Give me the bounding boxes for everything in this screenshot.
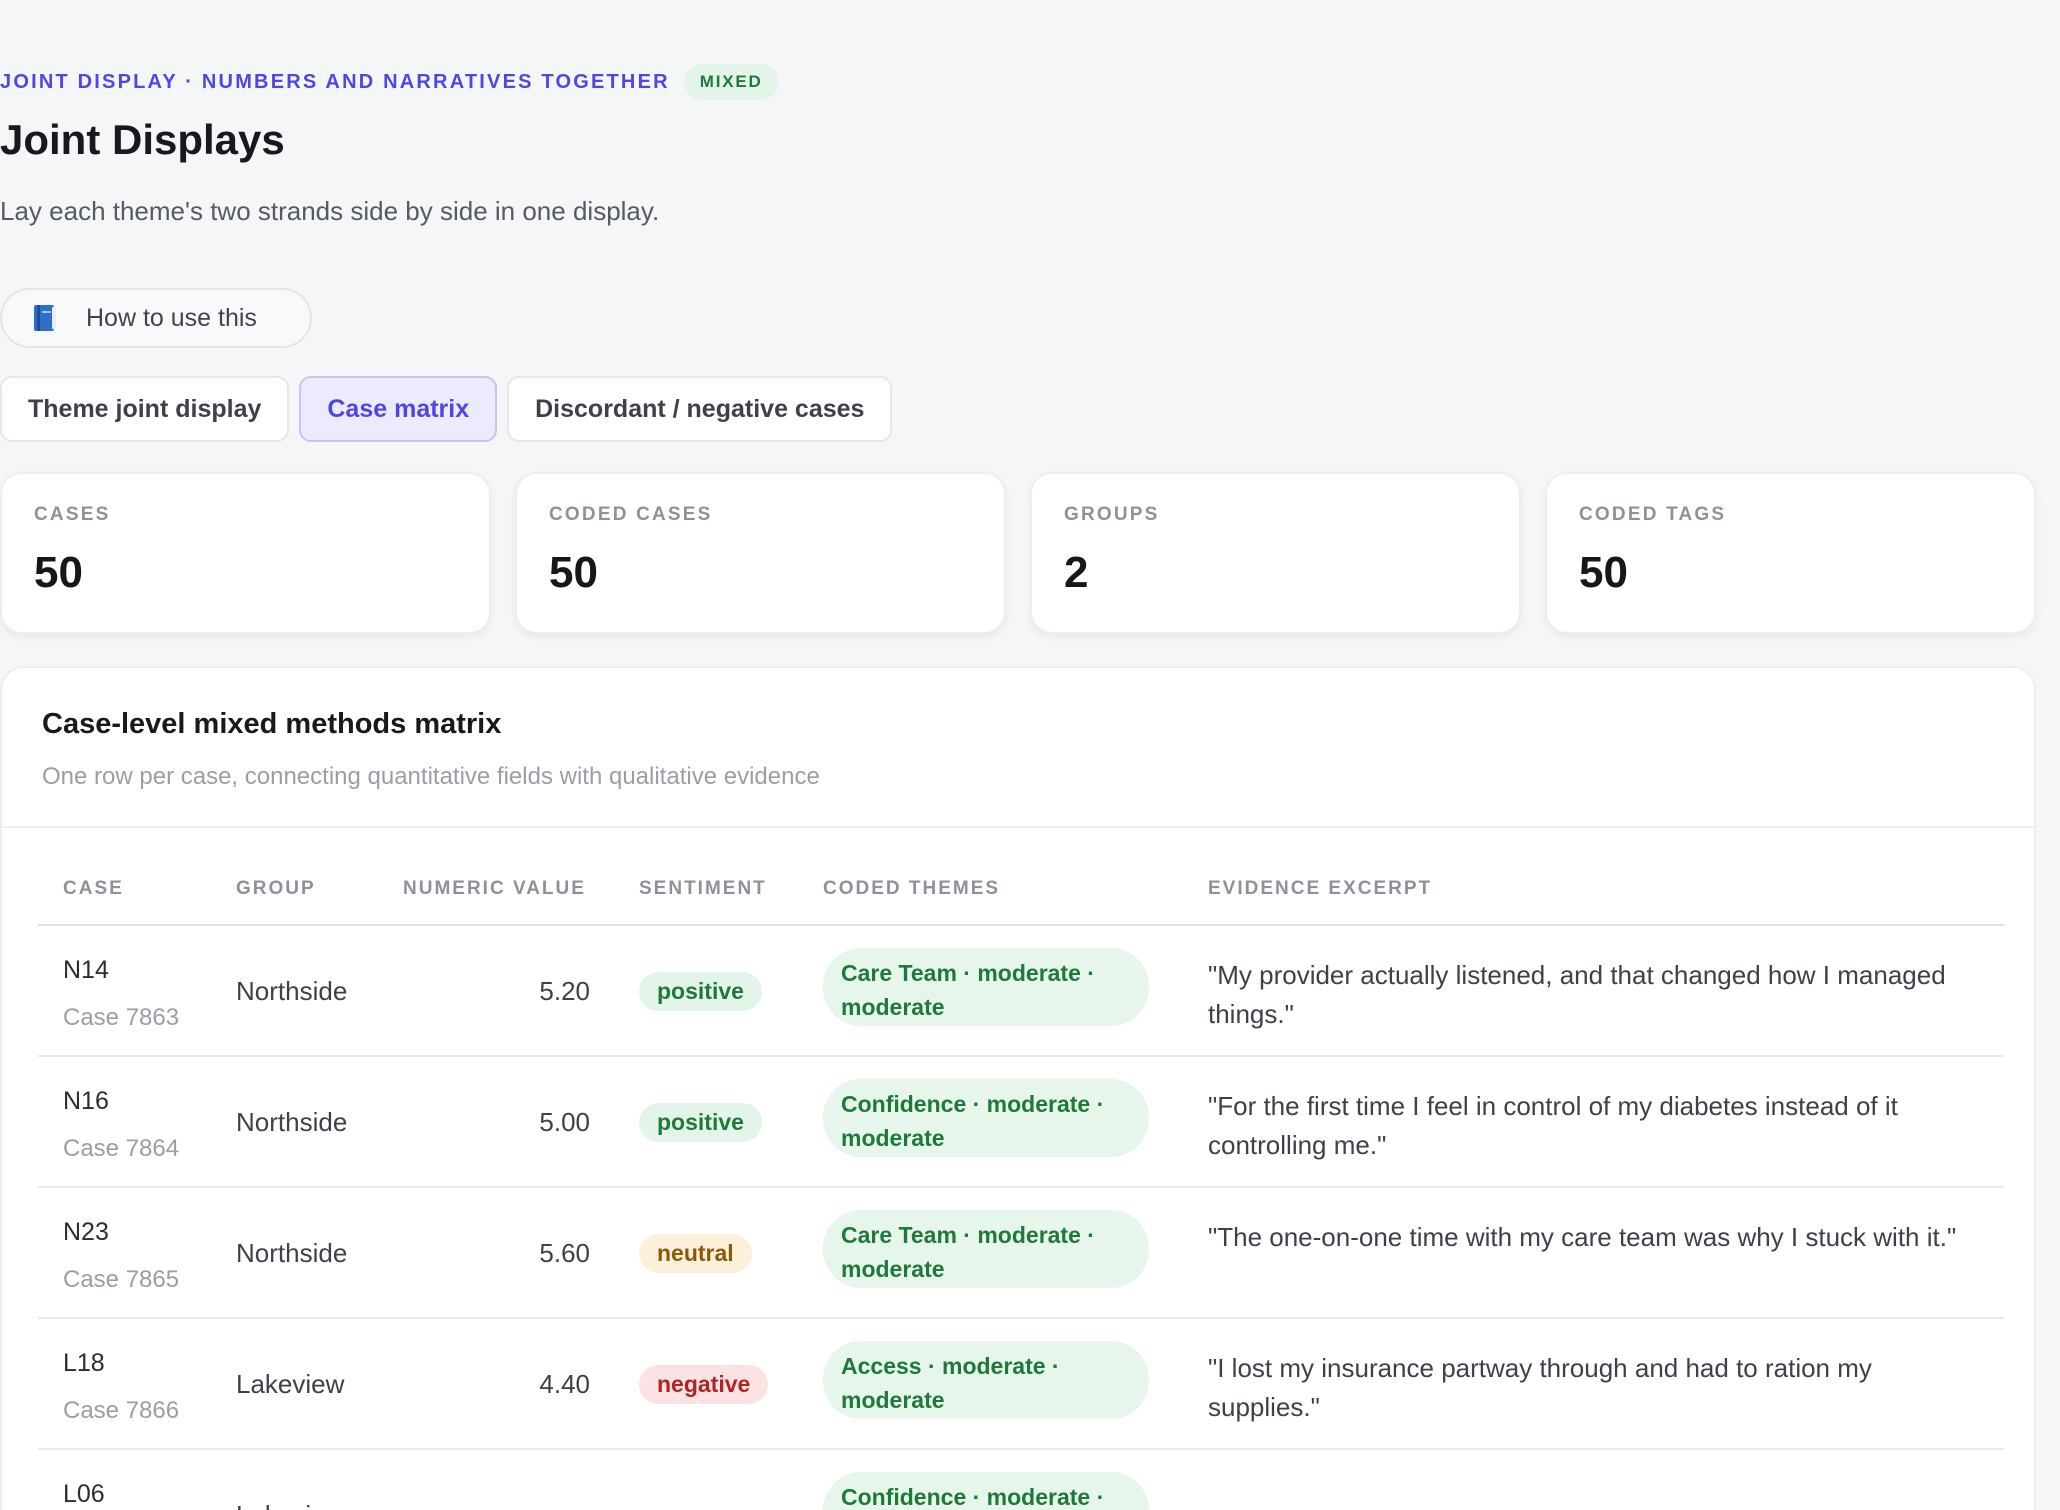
how-to-use-button[interactable]: How to use this	[0, 288, 312, 348]
stat-label: CODED CASES	[549, 504, 713, 525]
coded-theme-pill: Confidence · moderate ·	[823, 1472, 1149, 1510]
sentiment-badge: positive	[639, 1103, 762, 1142]
group-cell: Northside	[236, 1238, 348, 1268]
mixed-badge: MIXED	[683, 64, 779, 100]
case-id: L18	[63, 1349, 105, 1377]
panel-title: Case-level mixed methods matrix	[42, 708, 502, 740]
column-header-numeric-value[interactable]: NUMERIC VALUE	[403, 878, 586, 900]
column-header-case[interactable]: CASE	[63, 878, 124, 900]
column-header-group[interactable]: GROUP	[236, 878, 316, 900]
stat-value: 50	[34, 548, 83, 597]
sentiment-badge: negative	[639, 1365, 769, 1404]
sentiment-badge: neutral	[639, 1234, 752, 1273]
column-header-evidence-excerpt[interactable]: EVIDENCE EXCERPT	[1208, 878, 1432, 900]
group-cell: Lakeview	[236, 1369, 345, 1399]
case-matrix-table: CASE GROUP NUMERIC VALUE SENTIMENT CODED…	[38, 828, 2004, 1510]
stat-value: 50	[549, 548, 598, 597]
case-number: Case 7864	[63, 1135, 180, 1162]
table-row[interactable]: N16 Case 7864 Northside 5.00 positive Co…	[38, 1057, 2004, 1188]
evidence-excerpt: "For the first time I feel in control of…	[1208, 1091, 1898, 1160]
numeric-value-cell: 5.60	[539, 1238, 590, 1268]
sentiment-badge: positive	[639, 972, 762, 1011]
column-header-coded-themes[interactable]: CODED THEMES	[823, 878, 1000, 900]
numeric-value-cell: 4.40	[539, 1369, 590, 1399]
column-header-sentiment[interactable]: SENTIMENT	[639, 878, 767, 900]
stat-value: 50	[1579, 548, 1628, 597]
table-row[interactable]: N23 Case 7865 Northside 5.60 neutral Car…	[38, 1188, 2004, 1319]
stat-value: 2	[1064, 548, 1089, 597]
case-matrix-panel: Case-level mixed methods matrix One row …	[0, 666, 2036, 1510]
evidence-excerpt: "The one-on-one time with my care team w…	[1208, 1222, 1957, 1252]
tab-discordant-negative-cases[interactable]: Discordant / negative cases	[507, 376, 893, 442]
how-to-use-label: How to use this	[86, 303, 257, 332]
case-number: Case 7863	[63, 1004, 180, 1031]
stat-label: GROUPS	[1064, 504, 1160, 525]
numeric-value-cell: 5.20	[539, 976, 590, 1006]
table-row[interactable]: L06 Lakeview Confidence · moderate ·	[38, 1450, 2004, 1510]
evidence-excerpt: "My provider actually listened, and that…	[1208, 960, 1946, 1029]
group-cell: Northside	[236, 976, 348, 1006]
page: JOINT DISPLAY · NUMBERS AND NARRATIVES T…	[0, 0, 2060, 1510]
stat-label: CODED TAGS	[1579, 504, 1727, 525]
table-row[interactable]: L18 Case 7866 Lakeview 4.40 negative Acc…	[38, 1319, 2004, 1450]
tab-case-matrix[interactable]: Case matrix	[299, 376, 498, 442]
table-row[interactable]: N14 Case 7863 Northside 5.20 positive Ca…	[38, 926, 2004, 1057]
case-number: Case 7865	[63, 1266, 180, 1293]
group-cell: Lakeview	[236, 1500, 344, 1510]
case-id: N23	[63, 1218, 109, 1246]
page-title: Joint Displays	[0, 116, 285, 163]
coded-theme-pill: Confidence · moderate · moderate	[823, 1079, 1149, 1157]
case-id: L06	[63, 1480, 105, 1508]
group-cell: Northside	[236, 1107, 348, 1137]
stat-card-coded-tags: CODED TAGS 50	[1545, 472, 2036, 634]
stat-card-groups: GROUPS 2	[1030, 472, 1521, 634]
page-subtitle: Lay each theme's two strands side by sid…	[0, 196, 660, 226]
case-number: Case 7866	[63, 1397, 180, 1424]
stat-card-coded-cases: CODED CASES 50	[515, 472, 1006, 634]
case-id: N14	[63, 956, 109, 984]
book-icon	[32, 303, 58, 333]
panel-header: Case-level mixed methods matrix One row …	[2, 668, 2034, 828]
view-tabs: Theme joint display Case matrix Discorda…	[0, 376, 893, 442]
eyebrow-label: JOINT DISPLAY · NUMBERS AND NARRATIVES T…	[0, 70, 670, 93]
stat-card-cases: CASES 50	[0, 472, 491, 634]
eyebrow-row: JOINT DISPLAY · NUMBERS AND NARRATIVES T…	[0, 64, 779, 100]
numeric-value-cell: 5.00	[539, 1107, 590, 1137]
stat-label: CASES	[34, 504, 111, 525]
coded-theme-pill: Access · moderate · moderate	[823, 1341, 1149, 1419]
stats-row: CASES 50 CODED CASES 50 GROUPS 2 CODED T…	[0, 472, 2036, 634]
case-id: N16	[63, 1087, 109, 1115]
coded-theme-pill: Care Team · moderate · moderate	[823, 948, 1149, 1026]
evidence-excerpt: "I lost my insurance partway through and…	[1208, 1353, 1872, 1422]
tab-theme-joint-display[interactable]: Theme joint display	[0, 376, 290, 442]
table-header: CASE GROUP NUMERIC VALUE SENTIMENT CODED…	[38, 828, 2004, 926]
coded-theme-pill: Care Team · moderate · moderate	[823, 1210, 1149, 1288]
panel-subtitle: One row per case, connecting quantitativ…	[42, 763, 820, 790]
